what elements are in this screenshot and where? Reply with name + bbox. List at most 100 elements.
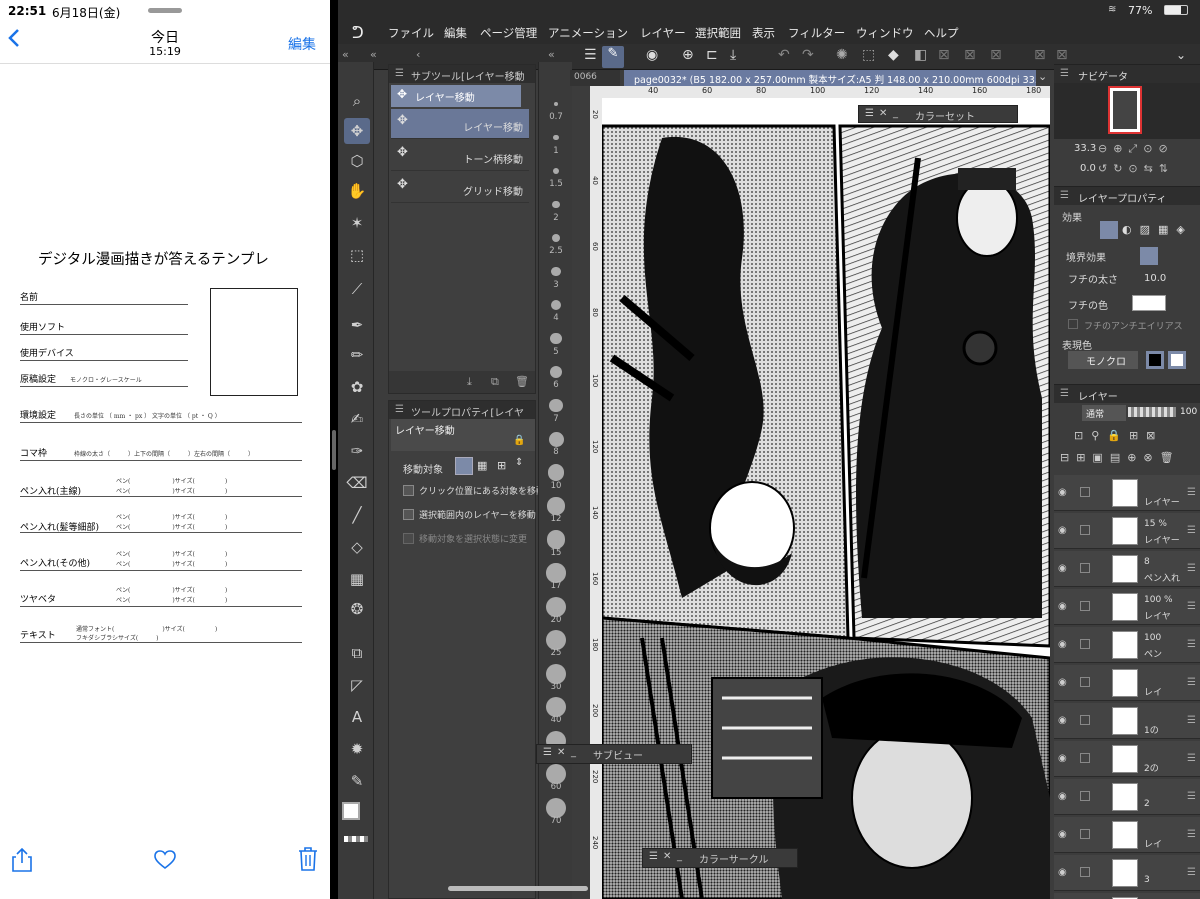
zoom-controls-icon[interactable]: ⊖⊕⤢⊙⊘ <box>1098 142 1174 156</box>
brush-size-dot[interactable] <box>547 464 565 481</box>
menu-page[interactable]: ページ管理 <box>480 25 537 41</box>
trash-icon[interactable] <box>298 847 318 874</box>
edit-icon[interactable]: ✎ <box>602 46 624 68</box>
hamburger-menu-icon[interactable]: ☰ <box>584 47 597 63</box>
pencil-icon[interactable]: ✏ <box>344 342 370 368</box>
hamburger-menu-icon[interactable]: ☰ <box>1187 487 1196 498</box>
expression-color-dropdown[interactable]: モノクロ <box>1068 351 1138 369</box>
hamburger-menu-icon[interactable]: ☰ <box>1187 677 1196 688</box>
edge-color-swatch[interactable] <box>1132 295 1166 311</box>
transparent-color-swatch[interactable] <box>344 836 368 842</box>
brush-size-dot[interactable] <box>546 764 566 784</box>
hamburger-menu-icon[interactable]: ☰ <box>1187 753 1196 764</box>
hamburger-menu-icon[interactable]: ☰ <box>649 851 658 862</box>
split-view-divider[interactable] <box>330 0 338 899</box>
tone-target-icon[interactable]: ▦ <box>477 459 487 472</box>
brush-size-dot[interactable] <box>547 497 565 515</box>
layer-row[interactable]: ◉ 100 % レイヤ ☰ <box>1054 589 1200 625</box>
edge-width-value[interactable]: 10.0 <box>1144 273 1166 284</box>
checkbox[interactable] <box>1080 715 1090 725</box>
eye-icon[interactable]: ◉ <box>1058 715 1067 726</box>
clear-icon[interactable]: ◧ <box>914 47 927 63</box>
checkbox[interactable] <box>403 509 414 520</box>
pen-icon[interactable]: ✒ <box>344 312 370 338</box>
eye-icon[interactable]: ◉ <box>1058 867 1067 878</box>
layer-tool-icons[interactable]: ⊡⚲🔒⊞⊠ <box>1074 429 1163 442</box>
close-icon[interactable]: ✕ <box>663 851 671 862</box>
brush-size-dot[interactable] <box>546 630 566 650</box>
checkbox[interactable] <box>1080 867 1090 877</box>
checkbox[interactable] <box>1068 319 1078 329</box>
brush-size-dot[interactable] <box>546 530 566 549</box>
eye-icon[interactable]: ◉ <box>1058 677 1067 688</box>
menu-window[interactable]: ウィンドウ <box>856 25 914 41</box>
layer-row[interactable]: ◉ 8 ペン入れ ☰ <box>1054 551 1200 587</box>
menu-selection[interactable]: 選択範囲 <box>695 25 741 41</box>
chevron-down-icon[interactable]: ⌄ <box>1038 70 1047 83</box>
menu-animation[interactable]: アニメーション <box>548 25 628 41</box>
checkbox[interactable] <box>1080 639 1090 649</box>
correction-icon[interactable]: ✎ <box>344 768 370 794</box>
layer-row[interactable]: ◉ 15 % レイヤー ☰ <box>1054 513 1200 549</box>
checkbox[interactable] <box>1080 753 1090 763</box>
lock-icon[interactable]: 🔒 <box>513 435 525 446</box>
move-tool-icon[interactable]: ✥ <box>344 118 370 144</box>
blend-icon[interactable]: ❂ <box>344 596 370 622</box>
colorcircle-panel[interactable]: ☰ ✕ _ カラーサークル <box>642 848 798 868</box>
subtool-group-active[interactable]: レイヤー移動 <box>391 85 521 107</box>
layer-row[interactable]: ◉ レイヤー ☰ <box>1054 475 1200 511</box>
fill-bucket-icon[interactable]: ◇ <box>344 534 370 560</box>
layer-row[interactable]: ◉ レイ ☰ <box>1054 665 1200 701</box>
minimize-icon[interactable]: _ <box>677 851 682 862</box>
eye-icon[interactable]: ◉ <box>1058 601 1067 612</box>
eye-icon[interactable]: ◉ <box>1058 639 1067 650</box>
text-icon[interactable]: A <box>344 704 370 730</box>
document-tab[interactable]: page0032* (B5 182.00 x 257.00mm 製本サイズ:A5… <box>624 70 1036 86</box>
layer-row[interactable]: ◉ レイ ☰ <box>1054 817 1200 853</box>
checkbox[interactable] <box>1080 487 1090 497</box>
menu-file[interactable]: ファイル <box>388 25 434 41</box>
checkbox[interactable] <box>403 533 414 544</box>
effect-icons[interactable]: ◐▨▦◈ <box>1122 223 1193 236</box>
divider-grip[interactable] <box>332 430 336 470</box>
opacity-value[interactable]: 100 <box>1180 407 1197 417</box>
brush-size-dot[interactable] <box>549 398 563 413</box>
eye-icon[interactable]: ◉ <box>1058 525 1067 536</box>
hamburger-menu-icon[interactable]: ☰ <box>395 68 404 79</box>
duplicate-icon[interactable]: ⧉ <box>491 375 499 389</box>
balloon-icon[interactable]: ✹ <box>344 736 370 762</box>
hamburger-menu-icon[interactable]: ☰ <box>1187 563 1196 574</box>
frame-icon[interactable]: ⧉ <box>344 640 370 666</box>
brush-size-dot[interactable] <box>546 563 566 583</box>
app-logo-icon[interactable]: ᕤ <box>352 23 364 42</box>
hamburger-menu-icon[interactable]: ☰ <box>395 404 404 415</box>
auto-select-icon[interactable]: ✶ <box>344 210 370 236</box>
import-icon[interactable]: ⤓ <box>467 375 472 389</box>
brush-size-dot[interactable] <box>549 365 563 379</box>
brush-size-dot[interactable] <box>552 200 560 209</box>
transform-icon[interactable]: ⬚ <box>862 47 875 63</box>
target-layer-button[interactable] <box>455 457 473 475</box>
layer-row[interactable]: ◉ 2の ☰ <box>1054 741 1200 777</box>
heart-icon[interactable] <box>154 850 176 873</box>
grid-target-icon[interactable]: ⊞ <box>497 459 506 472</box>
eye-icon[interactable]: ◉ <box>1058 563 1067 574</box>
white-color-button[interactable] <box>1168 351 1186 369</box>
hand-icon[interactable]: ✋ <box>344 178 370 204</box>
manga-page[interactable] <box>602 98 1050 899</box>
brush-size-dot[interactable] <box>550 299 562 311</box>
save-icon[interactable]: ⤓ <box>730 47 736 63</box>
hamburger-menu-icon[interactable]: ☰ <box>1187 829 1196 840</box>
close-icon[interactable]: ✕ <box>879 108 887 119</box>
hamburger-menu-icon[interactable]: ☰ <box>543 747 552 758</box>
checkbox[interactable] <box>1080 601 1090 611</box>
menu-edit[interactable]: 編集 <box>444 25 467 41</box>
selection-tool-icon[interactable]: ⬚ <box>344 242 370 268</box>
hamburger-menu-icon[interactable]: ☰ <box>1187 525 1196 536</box>
chevron-left-icon[interactable]: ‹ <box>416 48 420 61</box>
minimize-icon[interactable]: _ <box>893 108 898 119</box>
menu-help[interactable]: ヘルプ <box>924 25 959 41</box>
selection-icon[interactable]: ⊠ <box>1056 47 1068 63</box>
brush-size-dot[interactable] <box>552 167 560 175</box>
subtool-tone-move[interactable]: ✥ トーン柄移動 <box>391 141 529 171</box>
